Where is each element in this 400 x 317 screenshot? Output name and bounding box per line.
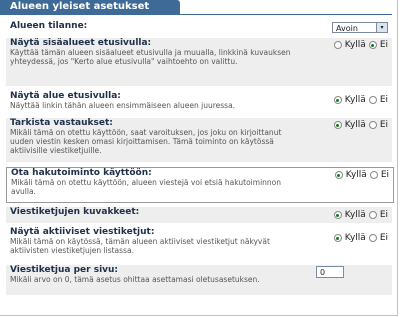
topics-per-page-input[interactable]: 0 bbox=[316, 266, 344, 278]
setting-row-enable-search: Ota hakutoiminto käyttöön: Mikäli tämä o… bbox=[6, 167, 394, 203]
setting-description: Mikäli tämä on otettu käyttöön, alueen v… bbox=[11, 178, 281, 196]
radio-yes[interactable] bbox=[334, 171, 343, 179]
setting-row-active-topics: Näytä aktiiviset viestiketjut: Mikäli tä… bbox=[10, 227, 392, 261]
setting-row-show-on-index: Näytä alue etusivulla: Näyttää linkin tä… bbox=[10, 91, 392, 113]
radio-yes[interactable] bbox=[333, 41, 342, 49]
radio-no-label: Ei bbox=[379, 210, 388, 220]
setting-description: Mikäli tämä on otettu käyttöön, saat var… bbox=[10, 128, 282, 155]
setting-description: Mikäli tämä on käytössä, tämän alueen ak… bbox=[10, 237, 270, 255]
radio-no-label: Ei bbox=[379, 233, 388, 243]
status-row: Alueen tilanne: Avoin ▾ bbox=[10, 21, 392, 35]
chevron-down-icon[interactable]: ▾ bbox=[376, 23, 387, 32]
setting-row-topics-per-page: Viestiketjua per sivu: Mikäli arvo on 0,… bbox=[6, 265, 392, 295]
radio-yes-label: Kyllä bbox=[344, 120, 366, 130]
radio-yes[interactable] bbox=[333, 234, 342, 242]
radio-yes-label: Kyllä bbox=[344, 233, 366, 243]
panel-title: Alueen yleiset asetukset bbox=[0, 0, 180, 14]
header-divider bbox=[0, 14, 392, 15]
radio-no-label: Ei bbox=[380, 170, 389, 180]
radio-yes[interactable] bbox=[333, 121, 342, 129]
radio-no[interactable] bbox=[368, 234, 377, 242]
radio-yes-label: Kyllä bbox=[345, 170, 367, 180]
setting-row-show-subforums: Näytä sisäalueet etusivulla: Käyttää täm… bbox=[6, 38, 392, 86]
radio-yes-label: Kyllä bbox=[344, 210, 366, 220]
status-label: Alueen tilanne: bbox=[10, 21, 88, 31]
radio-yes[interactable] bbox=[333, 96, 342, 104]
radio-no[interactable] bbox=[369, 171, 378, 179]
radio-no[interactable] bbox=[368, 96, 377, 104]
setting-description: Näyttää linkin tähän alueen ensimmäiseen… bbox=[10, 101, 236, 110]
status-select[interactable]: Avoin ▾ bbox=[332, 22, 388, 33]
radio-no-label: Ei bbox=[379, 120, 388, 130]
radio-yes[interactable] bbox=[333, 211, 342, 219]
status-select-value: Avoin bbox=[336, 24, 358, 33]
radio-no[interactable] bbox=[368, 41, 377, 49]
setting-description: Käyttää tämän alueen sisäalueet etusivul… bbox=[10, 48, 291, 66]
radio-no-label: Ei bbox=[379, 40, 388, 50]
radio-no[interactable] bbox=[368, 211, 377, 219]
radio-no-label: Ei bbox=[379, 95, 388, 105]
settings-panel: Alueen yleiset asetukset Alueen tilanne:… bbox=[0, 0, 398, 316]
setting-description: Mikäli arvo on 0, tämä asetus ohittaa as… bbox=[10, 275, 260, 284]
setting-row-check-replies: Tarkista vastaukset: Mikäli tämä on otet… bbox=[6, 118, 392, 162]
radio-yes-label: Kyllä bbox=[344, 40, 366, 50]
radio-yes-label: Kyllä bbox=[344, 95, 366, 105]
radio-no[interactable] bbox=[368, 121, 377, 129]
setting-row-thread-icons: Viestiketjujen kuvakkeet: Kyllä Ei bbox=[6, 207, 392, 223]
